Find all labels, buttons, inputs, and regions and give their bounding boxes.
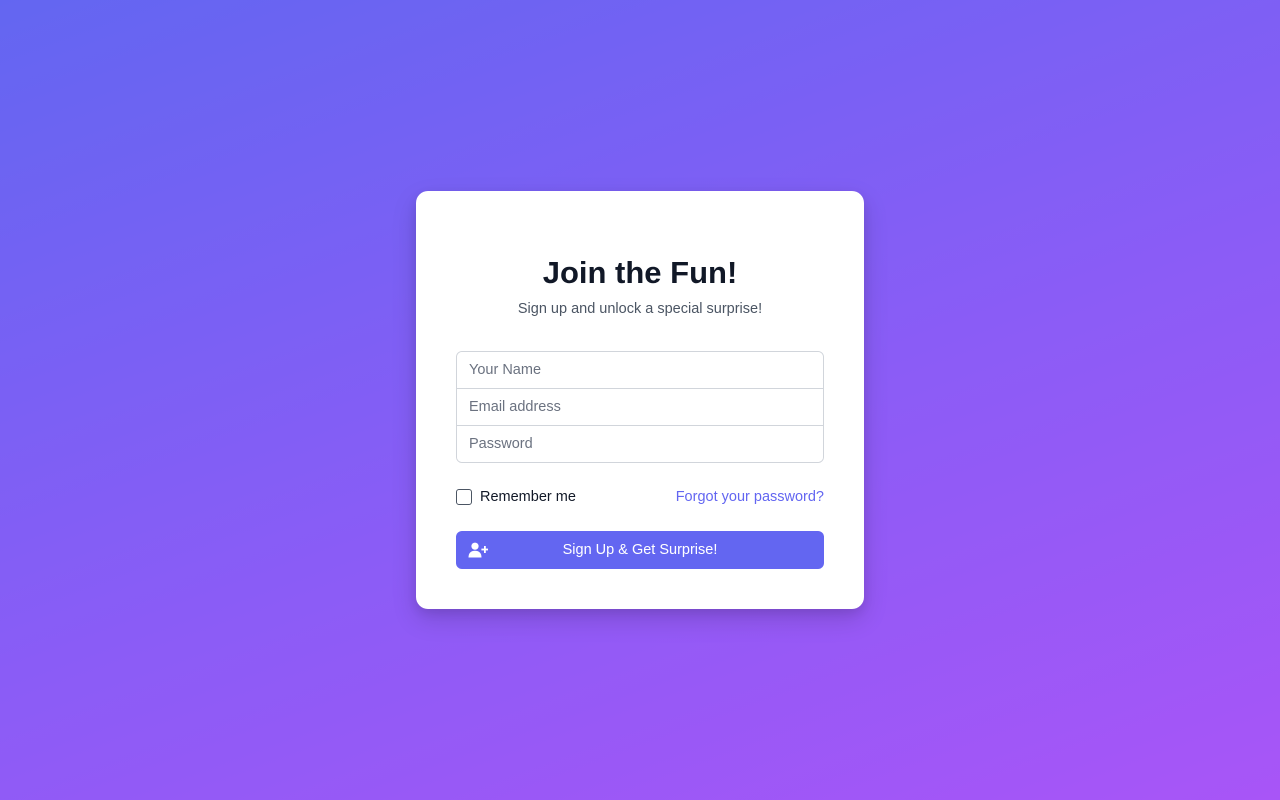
signup-button[interactable]: Sign Up & Get Surprise!	[456, 531, 824, 569]
signup-fields	[456, 351, 824, 463]
remember-me-label: Remember me	[480, 489, 576, 505]
signup-card: Join the Fun! Sign up and unlock a speci…	[416, 191, 864, 609]
name-input[interactable]	[457, 352, 823, 389]
remember-me[interactable]: Remember me	[456, 489, 576, 505]
email-input[interactable]	[457, 389, 823, 426]
signup-button-label: Sign Up & Get Surprise!	[562, 542, 718, 558]
remember-me-checkbox[interactable]	[456, 489, 472, 505]
forgot-password-link[interactable]: Forgot your password?	[676, 489, 824, 505]
options-row: Remember me Forgot your password?	[456, 486, 824, 508]
page-subtitle: Sign up and unlock a special surprise!	[517, 301, 763, 317]
user-plus-icon	[468, 542, 489, 558]
page-title: Join the Fun!	[542, 255, 738, 290]
password-input[interactable]	[457, 426, 823, 462]
